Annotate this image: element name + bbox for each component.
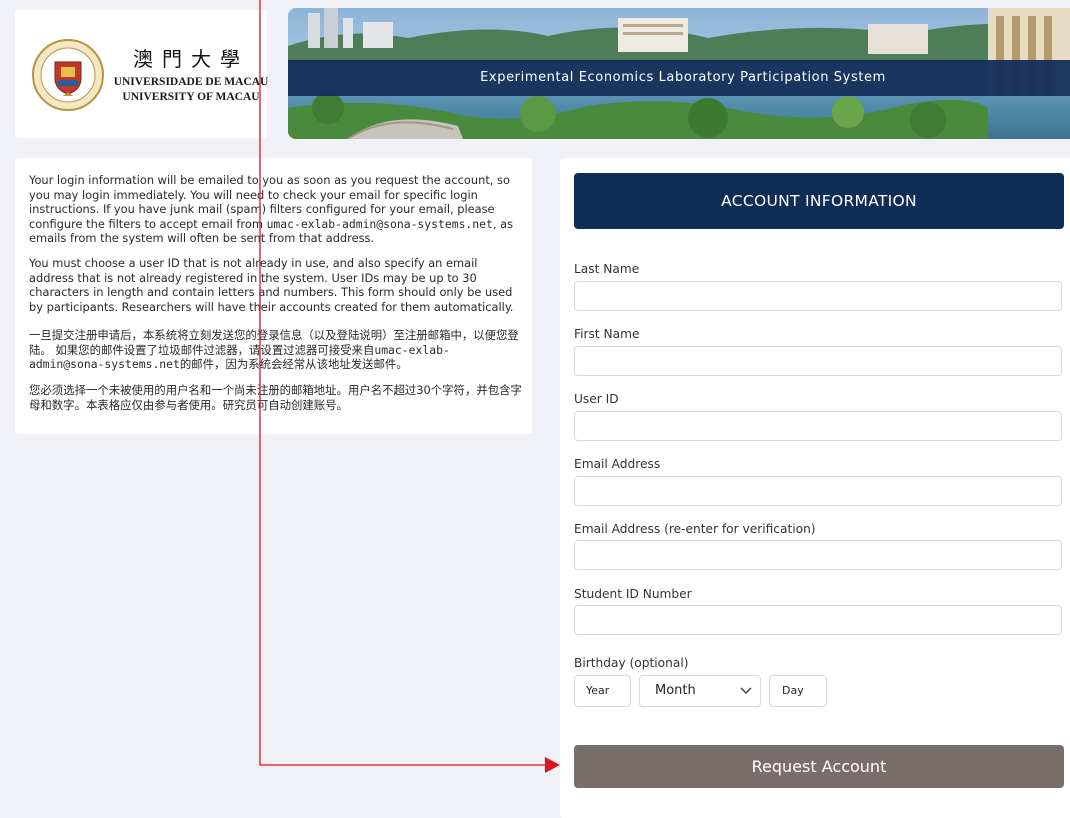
email-confirm-label: Email Address (re-enter for verification…: [574, 522, 816, 536]
banner-title: Experimental Economics Laboratory Partic…: [480, 70, 886, 85]
birth-month-value: Month: [655, 683, 696, 698]
student-id-input[interactable]: [574, 605, 1062, 635]
account-information-title: ACCOUNT INFORMATION: [721, 192, 917, 210]
last-name-input[interactable]: [574, 281, 1062, 311]
instructions-paragraph-4-chinese: 您必须选择一个未被使用的用户名和一个尚未注册的邮箱地址。用户名不超过30个字符，…: [29, 383, 522, 412]
birthday-label: Birthday (optional): [574, 656, 689, 670]
birth-day-placeholder: Day: [782, 684, 804, 697]
university-logo: 澳門大學 UNIVERSIDADE DE MACAU UNIVERSITY OF…: [15, 10, 268, 138]
student-id-label: Student ID Number: [574, 587, 692, 601]
logo-english-name: UNIVERSITY OF MACAU: [122, 91, 260, 103]
email-label: Email Address: [574, 457, 661, 471]
email-input[interactable]: [574, 476, 1062, 506]
request-account-button[interactable]: Request Account: [574, 745, 1064, 788]
instructions-paragraph-3-chinese: 一旦提交注册申请后，本系统将立刻发送您的登录信息（以及登陆说明）至注册邮箱中，以…: [29, 328, 524, 372]
birth-month-select[interactable]: Month: [639, 675, 761, 707]
birth-day-field[interactable]: Day: [769, 675, 827, 707]
banner-title-bar: Experimental Economics Laboratory Partic…: [288, 60, 1070, 96]
account-form: ACCOUNT INFORMATION Last Name First Name…: [560, 158, 1070, 818]
instructions-paragraph-1: Your login information will be emailed t…: [29, 173, 524, 246]
chevron-down-icon: [740, 687, 752, 695]
user-id-input[interactable]: [574, 411, 1062, 441]
logo-chinese-name: 澳門大學: [133, 47, 249, 71]
admin-email-text: umac-exlab-admin@sona-systems.net: [266, 216, 493, 231]
instructions-paragraph-2: You must choose a user ID that is not al…: [29, 256, 514, 314]
birth-year-field[interactable]: Year: [574, 675, 631, 707]
campus-banner: Experimental Economics Laboratory Partic…: [288, 8, 1070, 139]
university-seal-icon: [32, 39, 104, 111]
logo-portuguese-name: UNIVERSIDADE DE MACAU: [113, 76, 269, 88]
first-name-input[interactable]: [574, 346, 1062, 376]
account-information-header: ACCOUNT INFORMATION: [574, 173, 1064, 229]
user-id-label: User ID: [574, 392, 619, 406]
instructions-panel: Your login information will be emailed t…: [15, 158, 532, 434]
birth-year-placeholder: Year: [586, 684, 610, 697]
instructions-text: 的邮件，因为系统会经常从该地址发送邮件。: [179, 357, 408, 372]
last-name-label: Last Name: [574, 262, 640, 276]
first-name-label: First Name: [574, 327, 640, 341]
email-confirm-input[interactable]: [574, 540, 1062, 570]
